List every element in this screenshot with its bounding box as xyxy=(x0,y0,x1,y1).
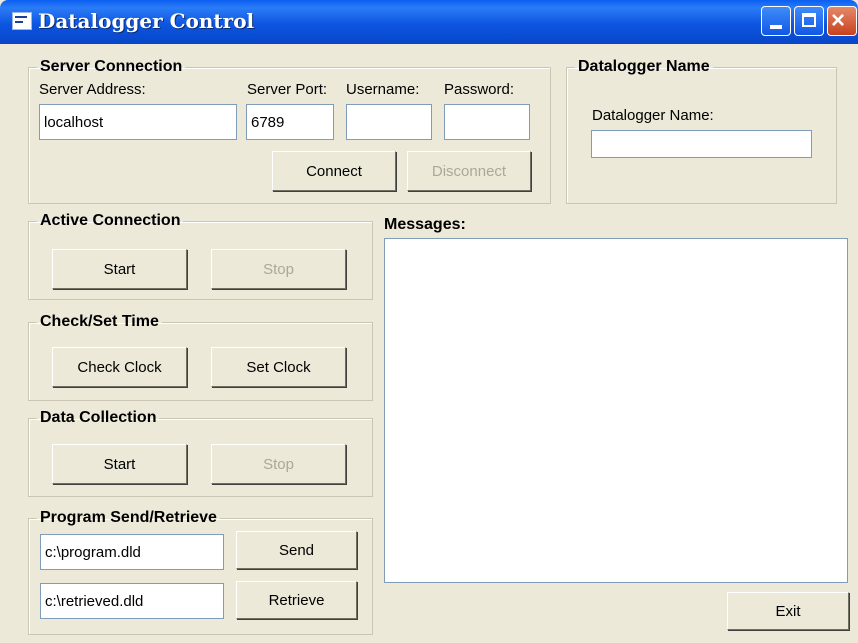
server-address-input[interactable] xyxy=(39,104,237,140)
disconnect-button[interactable]: Disconnect xyxy=(407,151,531,191)
program-path-input[interactable] xyxy=(40,534,224,570)
close-icon: × xyxy=(831,7,846,34)
exit-button[interactable]: Exit xyxy=(727,592,849,630)
active-start-button[interactable]: Start xyxy=(52,249,187,289)
active-stop-button[interactable]: Stop xyxy=(211,249,346,289)
datalogger-name-input[interactable] xyxy=(591,130,812,158)
username-label: Username: xyxy=(346,81,420,98)
password-input[interactable] xyxy=(444,104,530,140)
server-address-label: Server Address: xyxy=(39,81,146,98)
check-set-time-legend: Check/Set Time xyxy=(40,313,159,330)
data-collection-legend: Data Collection xyxy=(40,409,157,426)
active-connection-legend: Active Connection xyxy=(40,212,181,229)
set-clock-button[interactable]: Set Clock xyxy=(211,347,346,387)
maximize-button[interactable] xyxy=(794,6,824,36)
retrieve-button[interactable]: Retrieve xyxy=(236,581,357,619)
maximize-icon xyxy=(802,13,816,27)
messages-area[interactable] xyxy=(384,238,848,583)
window-title: Datalogger Control xyxy=(38,9,255,33)
datalogger-name-label: Datalogger Name: xyxy=(592,107,714,124)
collection-stop-button[interactable]: Stop xyxy=(211,444,346,484)
connect-button[interactable]: Connect xyxy=(272,151,396,191)
send-button[interactable]: Send xyxy=(236,531,357,569)
datalogger-window: Datalogger Control × Server Connection S… xyxy=(0,0,858,643)
password-label: Password: xyxy=(444,81,515,98)
collection-start-button[interactable]: Start xyxy=(52,444,187,484)
username-input[interactable] xyxy=(346,104,432,140)
server-port-input[interactable] xyxy=(246,104,334,140)
server-port-label: Server Port: xyxy=(247,81,328,98)
check-clock-button[interactable]: Check Clock xyxy=(52,347,187,387)
program-legend: Program Send/Retrieve xyxy=(40,509,217,526)
datalogger-name-legend: Datalogger Name xyxy=(578,58,710,75)
minimize-button[interactable] xyxy=(761,6,791,36)
app-icon[interactable] xyxy=(12,12,32,30)
title-bar[interactable]: Datalogger Control × xyxy=(0,0,858,44)
messages-label: Messages: xyxy=(384,216,466,233)
retrieve-path-input[interactable] xyxy=(40,583,224,619)
server-connection-legend: Server Connection xyxy=(40,58,183,75)
minimize-icon xyxy=(770,25,782,29)
close-button[interactable]: × xyxy=(827,6,857,36)
